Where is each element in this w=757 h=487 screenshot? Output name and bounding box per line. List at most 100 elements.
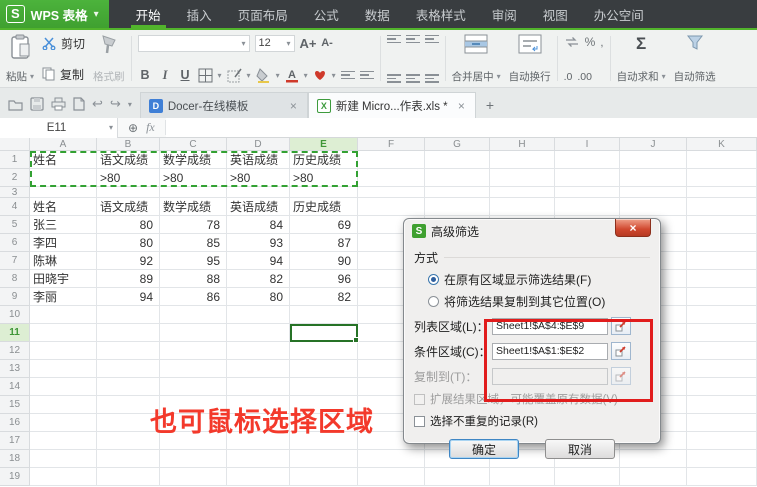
ribbon-tab-4[interactable]: 公式 [301, 0, 352, 28]
cell-E18[interactable] [290, 450, 358, 468]
checkbox-option-2[interactable]: 选择不重复的记录(R) [414, 413, 650, 429]
percent-style-button[interactable]: % [585, 35, 596, 49]
cell-C2[interactable]: >80 [160, 169, 227, 187]
cell-H2[interactable] [490, 169, 555, 187]
row-header-9[interactable]: 9 [0, 288, 30, 306]
cell-K19[interactable] [687, 468, 757, 486]
cell-K3[interactable] [687, 187, 757, 198]
new-tab-button[interactable]: + [476, 92, 504, 118]
cell-J2[interactable] [620, 169, 687, 187]
cell-K10[interactable] [687, 306, 757, 324]
range-input-2[interactable] [492, 343, 608, 360]
underline-button[interactable]: U [178, 68, 193, 82]
cancel-button[interactable]: 取消 [545, 439, 615, 459]
cell-A8[interactable]: 田晓宇 [30, 270, 97, 288]
document-tab-2[interactable]: X新建 Micro...作表.xls *× [308, 92, 476, 118]
wps-logo[interactable]: S WPS 表格 ▾ [0, 0, 109, 28]
cell-A7[interactable]: 陈琳 [30, 252, 97, 270]
cell-E3[interactable] [290, 187, 358, 198]
cell-B19[interactable] [97, 468, 160, 486]
comma-style-button[interactable]: , [600, 35, 603, 49]
cell-B5[interactable]: 80 [97, 216, 160, 234]
cell-D13[interactable] [227, 360, 290, 378]
cell-F3[interactable] [358, 187, 425, 198]
cell-A13[interactable] [30, 360, 97, 378]
cell-A4[interactable]: 姓名 [30, 198, 97, 216]
cell-H3[interactable] [490, 187, 555, 198]
row-header-12[interactable]: 12 [0, 342, 30, 360]
cell-C11[interactable] [160, 324, 227, 342]
cell-I3[interactable] [555, 187, 620, 198]
shrink-font-button[interactable]: A- [320, 37, 335, 49]
cell-E12[interactable] [290, 342, 358, 360]
save-icon[interactable] [30, 97, 44, 111]
row-header-3[interactable]: 3 [0, 187, 30, 198]
cell-D8[interactable]: 82 [227, 270, 290, 288]
cell-K17[interactable] [687, 432, 757, 450]
increase-decimal-button[interactable]: .00 [577, 71, 592, 83]
ribbon-tab-2[interactable]: 插入 [174, 0, 225, 28]
cell-D12[interactable] [227, 342, 290, 360]
cell-B14[interactable] [97, 378, 160, 396]
cell-B1[interactable]: 语文成绩 [97, 151, 160, 169]
row-header-6[interactable]: 6 [0, 234, 30, 252]
cell-J4[interactable] [620, 198, 687, 216]
cell-B4[interactable]: 语文成绩 [97, 198, 160, 216]
radio-option-2[interactable]: 将筛选结果复制到其它位置(O) [428, 293, 650, 310]
decrease-decimal-button[interactable]: .0 [564, 71, 573, 83]
cell-C4[interactable]: 数学成绩 [160, 198, 227, 216]
cell-E1[interactable]: 历史成绩 [290, 151, 358, 169]
undo-icon[interactable]: ↩ [92, 96, 103, 112]
column-header-F[interactable]: F [358, 138, 425, 151]
column-header-A[interactable]: A [30, 138, 97, 151]
cell-E13[interactable] [290, 360, 358, 378]
formula-input[interactable] [166, 118, 757, 137]
cell-E8[interactable]: 96 [290, 270, 358, 288]
column-header-H[interactable]: H [490, 138, 555, 151]
row-header-13[interactable]: 13 [0, 360, 30, 378]
cell-C8[interactable]: 88 [160, 270, 227, 288]
cell-K16[interactable] [687, 414, 757, 432]
range-selector-button-1[interactable] [611, 317, 631, 335]
grow-font-button[interactable]: A+ [300, 36, 315, 51]
cell-A12[interactable] [30, 342, 97, 360]
cell-A19[interactable] [30, 468, 97, 486]
name-box[interactable]: E11 ▾ [0, 118, 118, 138]
cell-B3[interactable] [97, 187, 160, 198]
bold-button[interactable]: B [138, 68, 153, 82]
column-header-G[interactable]: G [425, 138, 490, 151]
cell-K7[interactable] [687, 252, 757, 270]
format-painter-button[interactable]: 格式刷 [93, 34, 125, 84]
cell-C12[interactable] [160, 342, 227, 360]
align-middle-icon[interactable] [406, 35, 420, 44]
cell-G19[interactable] [425, 468, 490, 486]
align-left-icon[interactable] [387, 74, 401, 83]
cell-D10[interactable] [227, 306, 290, 324]
cell-K14[interactable] [687, 378, 757, 396]
cell-B10[interactable] [97, 306, 160, 324]
align-bottom-icon[interactable] [425, 35, 439, 44]
borders-button[interactable]: ▾ [198, 68, 222, 83]
cell-B11[interactable] [97, 324, 160, 342]
row-header-14[interactable]: 14 [0, 378, 30, 396]
range-input-1[interactable] [492, 318, 608, 335]
column-header-J[interactable]: J [620, 138, 687, 151]
close-tab-icon[interactable]: × [288, 99, 299, 113]
cell-C18[interactable] [160, 450, 227, 468]
cell-K15[interactable] [687, 396, 757, 414]
cell-K8[interactable] [687, 270, 757, 288]
cell-D19[interactable] [227, 468, 290, 486]
column-header-C[interactable]: C [160, 138, 227, 151]
cell-I2[interactable] [555, 169, 620, 187]
cell-D14[interactable] [227, 378, 290, 396]
cell-K18[interactable] [687, 450, 757, 468]
open-file-icon[interactable] [8, 98, 23, 111]
font-name-combo[interactable]: ▾ [138, 35, 250, 52]
row-header-1[interactable]: 1 [0, 151, 30, 169]
row-header-19[interactable]: 19 [0, 468, 30, 486]
row-header-10[interactable]: 10 [0, 306, 30, 324]
cell-E9[interactable]: 82 [290, 288, 358, 306]
ribbon-tab-6[interactable]: 表格样式 [403, 0, 479, 28]
cell-E14[interactable] [290, 378, 358, 396]
italic-button[interactable]: I [158, 68, 173, 83]
